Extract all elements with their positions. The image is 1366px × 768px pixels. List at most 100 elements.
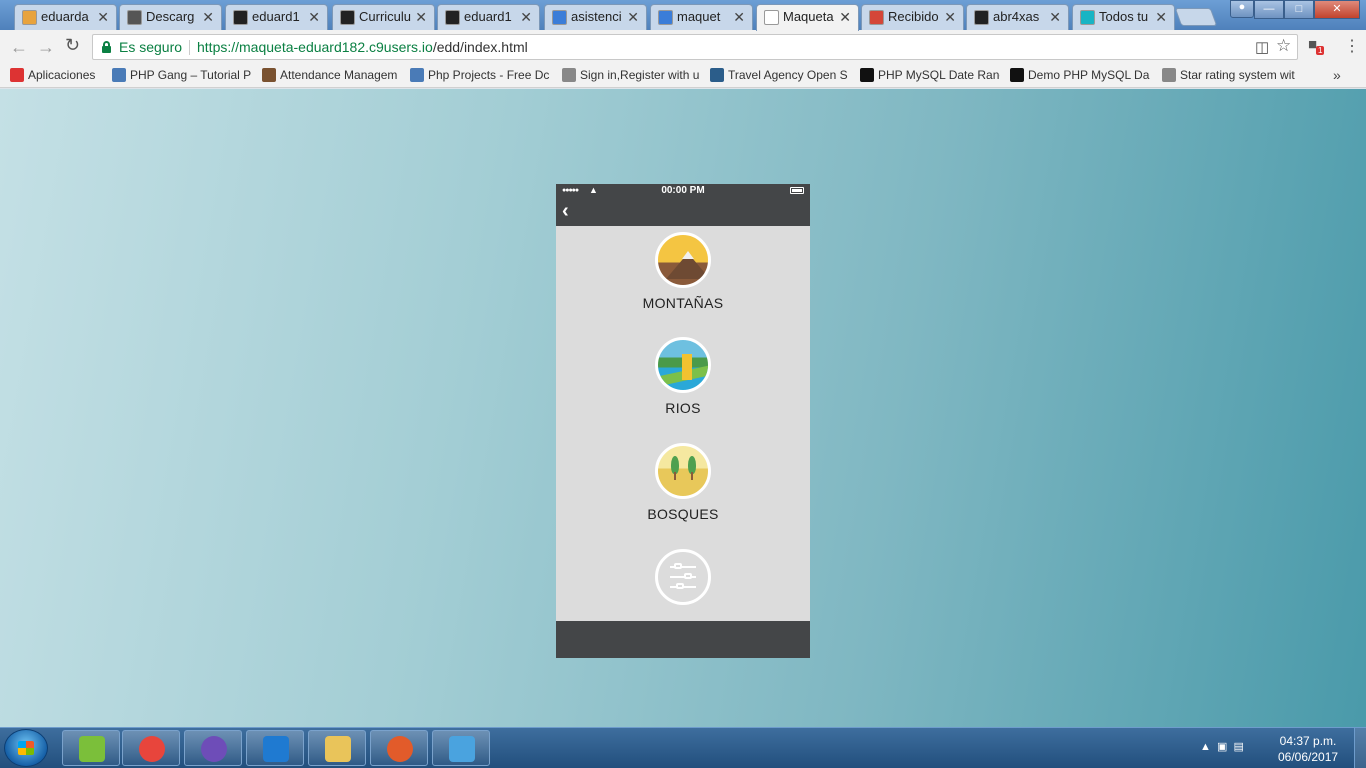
window-controls: — □ ✕ [1254,0,1360,20]
bookmark-favicon-icon [710,68,724,82]
category-settings[interactable] [556,549,810,605]
back-chevron-icon[interactable]: ‹ [562,200,569,222]
site-settings-icon[interactable]: ◫ [1255,38,1269,56]
bookmark-label: PHP MySQL Date Ranc [878,68,1000,82]
taskbar-bluestacks[interactable] [62,730,120,766]
forward-arrow-icon[interactable]: → [37,37,55,58]
tab-10[interactable]: abr4xas ✕ [966,4,1069,30]
url-path: /edd/index.html [432,39,528,55]
bookmark-favicon-icon [1162,68,1176,82]
star-icon[interactable]: ☆ [1276,36,1291,56]
close-tab-icon[interactable]: ✕ [1049,5,1061,29]
menu-icon[interactable]: ⋮ [1344,36,1360,56]
tab-9[interactable]: Recibido ✕ [861,4,964,30]
windows-logo-icon [18,741,34,755]
bookmark-favicon-icon [562,68,576,82]
close-tab-icon[interactable]: ✕ [520,5,532,29]
bookmark-label: Star rating system wit [1180,68,1295,82]
bookmark-item[interactable]: Attendance Managem [262,68,402,84]
mountain-icon[interactable] [655,232,711,288]
forest-icon[interactable] [655,443,711,499]
secure-label: Es seguro [119,39,183,55]
reload-icon[interactable]: ↻ [65,35,80,56]
bookmark-item[interactable]: PHP MySQL Date Ranc [860,68,1000,84]
category-montanas[interactable]: MONTAÑAS [556,232,810,311]
tab-favicon-icon [974,10,989,25]
tab-4[interactable]: Curriculu ✕ [332,4,435,30]
close-window-button[interactable]: ✕ [1314,0,1360,19]
tab-6[interactable]: asistenci ✕ [544,4,647,30]
tab-5[interactable]: eduard1 ✕ [437,4,540,30]
tab-strip: eduarda ✕ Descarg ✕ eduard1 ✕ Curriculu ✕ eduard… [0,0,1366,31]
phone-time: 00:00 PM [661,185,705,196]
visual-studio-code-icon [263,736,289,762]
close-tab-icon[interactable]: ✕ [415,5,427,29]
close-tab-icon[interactable]: ✕ [1155,5,1167,29]
new-tab-button[interactable] [1174,8,1218,26]
extension-icon[interactable]: ■ 1 [1308,36,1325,55]
close-tab-icon[interactable]: ✕ [308,5,320,29]
apps-grid-icon [10,68,24,82]
taskbar-github-desktop[interactable] [184,730,242,766]
category-label[interactable]: RIOS [556,400,810,416]
category-bosques[interactable]: BOSQUES [556,443,810,522]
maximize-button[interactable]: □ [1284,0,1314,19]
taskbar-paint[interactable] [432,730,490,766]
browser-toolbar: ← → ↻ Es seguro https://maqueta-eduard18… [0,30,1366,64]
battery-icon [790,187,804,194]
chrome-icon [139,736,165,762]
bookmark-item[interactable]: Star rating system wit [1162,68,1302,84]
paint-icon [449,736,475,762]
clock[interactable]: 04:37 p.m. 06/06/2017 [1278,733,1338,765]
url-host: https://maqueta-eduard182.c9users.io [197,39,433,55]
minimize-button[interactable]: — [1254,0,1284,19]
tab-1[interactable]: eduarda ✕ [14,4,117,30]
category-rios[interactable]: RIOS [556,337,810,416]
bookmark-label: PHP Gang – Tutorial P [130,68,252,82]
tab-8[interactable]: Maqueta ✕ [756,4,859,31]
taskbar-chrome[interactable] [122,730,180,766]
profile-button[interactable]: ● [1230,0,1254,18]
address-bar[interactable]: Es seguro https://maqueta-eduard182.c9us… [92,34,1298,60]
close-tab-icon[interactable]: ✕ [97,5,109,29]
apps-bookmark[interactable]: Aplicaciones [10,68,102,84]
bookmark-item[interactable]: Travel Agency Open S [710,68,850,84]
settings-sliders-icon[interactable] [655,549,711,605]
bookmark-item[interactable]: Php Projects - Free Dc [410,68,550,84]
close-tab-icon[interactable]: ✕ [627,5,639,29]
taskbar-file-explorer[interactable] [308,730,366,766]
taskbar: ▲ ▣ ▤ 04:37 p.m. 06/06/2017 [0,727,1366,768]
category-label[interactable]: MONTAÑAS [556,295,810,311]
close-tab-icon[interactable]: ✕ [839,5,851,29]
system-tray[interactable]: ▲ ▣ ▤ [1200,740,1244,753]
bookmark-item[interactable]: Sign in,Register with u [562,68,702,84]
tab-favicon-icon [658,10,673,25]
url-text[interactable]: https://maqueta-eduard182.c9users.io/edd… [197,35,528,59]
taskbar-visual-studio-code[interactable] [246,730,304,766]
river-icon[interactable] [655,337,711,393]
start-button[interactable] [4,729,48,767]
close-tab-icon[interactable]: ✕ [944,5,956,29]
bookmarks-overflow-button[interactable]: » [1333,67,1341,83]
lock-icon [102,41,111,53]
clock-time: 04:37 p.m. [1279,734,1337,748]
category-label[interactable]: BOSQUES [556,506,810,522]
show-desktop-button[interactable] [1354,728,1366,768]
back-arrow-icon[interactable]: ← [10,37,28,58]
taskbar-app-ring[interactable] [370,730,428,766]
tab-favicon-icon [127,10,142,25]
tab-favicon-icon [233,10,248,25]
close-tab-icon[interactable]: ✕ [202,5,214,29]
tab-7[interactable]: maquet ✕ [650,4,753,30]
tab-3[interactable]: eduard1 ✕ [225,4,328,30]
bookmark-label: Travel Agency Open S [728,68,848,82]
page-viewport: ●●●●● ▲ 00:00 PM ‹ MONTAÑAS RIOS BOSQUES [0,89,1366,727]
bookmark-favicon-icon [860,68,874,82]
bookmark-item[interactable]: Demo PHP MySQL Da [1010,68,1150,84]
tab-favicon-icon [445,10,460,25]
bookmark-item[interactable]: PHP Gang – Tutorial P [112,68,252,84]
close-tab-icon[interactable]: ✕ [733,5,745,29]
tab-11[interactable]: Todos tu ✕ [1072,4,1175,30]
tab-2[interactable]: Descarg ✕ [119,4,222,30]
bookmark-label: Sign in,Register with u [580,68,700,82]
